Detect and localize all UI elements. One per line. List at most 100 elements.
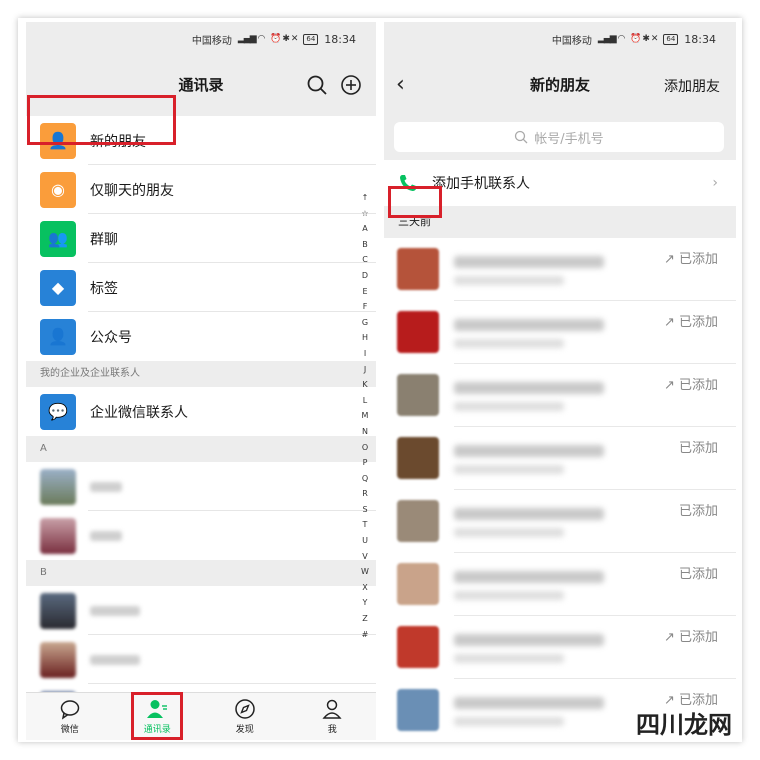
alphabet-letter[interactable]: Z — [358, 611, 372, 627]
alphabet-letter[interactable]: K — [358, 377, 372, 393]
request-message-blurred — [454, 276, 564, 285]
alphabet-letter[interactable]: B — [358, 237, 372, 253]
alphabet-letter[interactable]: I — [358, 346, 372, 362]
alphabet-letter[interactable]: T — [358, 517, 372, 533]
status-icons: ⏰ ✱ ✕ — [270, 34, 298, 44]
clock: 18:34 — [324, 32, 356, 46]
battery-icon: 64 — [303, 33, 319, 45]
avatar — [397, 311, 439, 353]
alphabet-letter[interactable]: O — [358, 440, 372, 456]
request-message-blurred — [454, 654, 564, 663]
friend-request-row[interactable]: ↗ 已添加 — [384, 238, 736, 301]
alphabet-letter[interactable]: Y — [358, 595, 372, 611]
friend-request-row[interactable]: 已添加 — [384, 553, 736, 616]
request-name-blurred — [454, 319, 604, 331]
add-circle-icon[interactable] — [340, 74, 362, 96]
request-message-blurred — [454, 402, 564, 411]
alphabet-letter[interactable]: C — [358, 252, 372, 268]
new-friends-item[interactable]: 👤 新的朋友 — [26, 116, 376, 165]
alphabet-letter[interactable]: R — [358, 486, 372, 502]
alphabet-letter[interactable]: J — [358, 362, 372, 378]
bottom-tab-bar: 微信 通讯录 发现 我 — [26, 692, 376, 740]
contact-name-blurred — [90, 605, 140, 616]
friend-request-row[interactable]: ↗ 已添加 — [384, 616, 736, 679]
official-accounts-item[interactable]: 👤 公众号 — [26, 312, 376, 361]
alphabet-letter[interactable]: ☆ — [358, 206, 372, 222]
contact-row[interactable] — [26, 511, 376, 560]
alphabet-letter[interactable]: P — [358, 455, 372, 471]
add-friend-button[interactable]: 添加朋友 — [664, 76, 720, 96]
search-icon[interactable] — [306, 74, 328, 96]
watermark: 四川龙网 — [636, 711, 732, 739]
add-phone-contacts-label: 添加手机联系人 — [432, 176, 530, 192]
chat-only-friends-item[interactable]: ◉ 仅聊天的朋友 — [26, 165, 376, 214]
alphabet-index[interactable]: ↑ ☆ A B C D E F G H I J K L M N O P Q R S T U V W X Y Z # — [358, 190, 372, 642]
contacts-list: 👤 新的朋友 ◉ 仅聊天的朋友 👥 群聊 ◆ 标签 👤 公众号 我的企业及企业联… — [26, 116, 376, 733]
tab-discover-label: 发现 — [235, 725, 254, 735]
request-message-blurred — [454, 717, 564, 726]
tab-me[interactable]: 我 — [289, 693, 377, 740]
search-placeholder: 帐号/手机号 — [534, 131, 604, 147]
signal-icon: ▂▄▆ ◠ — [597, 34, 626, 44]
add-phone-contacts-item[interactable]: 添加手机联系人 › — [384, 160, 736, 206]
alphabet-letter[interactable]: L — [358, 393, 372, 409]
new-friends-screen: 中国移动 ▂▄▆ ◠ ⏰ ✱ ✕ 64 18:34 ‹ 新的朋友 添加朋友 帐号… — [384, 22, 736, 740]
request-status: 已添加 — [678, 567, 718, 582]
alphabet-letter[interactable]: D — [358, 268, 372, 284]
avatar — [397, 500, 439, 542]
tag-icon: ◆ — [40, 269, 76, 306]
request-name-blurred — [454, 697, 604, 709]
tab-discover[interactable]: 发现 — [201, 693, 289, 740]
alphabet-letter[interactable]: Q — [358, 471, 372, 487]
request-name-blurred — [454, 445, 604, 457]
alphabet-letter[interactable]: N — [358, 424, 372, 440]
official-accounts-label: 公众号 — [90, 329, 132, 346]
contacts-screen: 中国移动 ▂▄▆ ◠ ⏰ ✱ ✕ 64 18:34 通讯录 👤 新的朋友 ◉ 仅… — [26, 22, 376, 740]
alphabet-letter[interactable]: S — [358, 502, 372, 518]
search-icon — [515, 130, 528, 144]
request-status: ↗ 已添加 — [663, 315, 718, 330]
request-status: ↗ 已添加 — [663, 252, 718, 267]
enterprise-chat-icon: 💬 — [40, 393, 76, 430]
alphabet-letter[interactable]: H — [358, 330, 372, 346]
alphabet-letter[interactable]: X — [358, 580, 372, 596]
alphabet-letter[interactable]: G — [358, 315, 372, 331]
alphabet-letter[interactable]: W — [358, 564, 372, 580]
alphabet-letter[interactable]: U — [358, 533, 372, 549]
contact-row[interactable] — [26, 635, 376, 684]
friend-request-row[interactable]: ↗ 已添加 — [384, 301, 736, 364]
tab-chats-label: 微信 — [60, 725, 79, 735]
alphabet-letter[interactable]: # — [358, 627, 372, 643]
group-chats-item[interactable]: 👥 群聊 — [26, 214, 376, 263]
contacts-icon — [147, 700, 168, 718]
alphabet-letter[interactable]: V — [358, 549, 372, 565]
contact-name-blurred — [90, 654, 140, 665]
compass-icon — [235, 699, 255, 719]
tab-chats[interactable]: 微信 — [26, 693, 114, 740]
request-message-blurred — [454, 339, 564, 348]
section-header-b: B — [26, 560, 376, 586]
group-icon: 👥 — [40, 220, 76, 257]
user-circle-icon: ◉ — [40, 171, 76, 208]
status-bar: 中国移动 ▂▄▆ ◠ ⏰ ✱ ✕ 64 18:34 — [384, 22, 736, 56]
search-input[interactable]: 帐号/手机号 — [394, 122, 724, 152]
alphabet-letter[interactable]: E — [358, 284, 372, 300]
contacts-header: 通讯录 — [26, 56, 376, 116]
alphabet-letter[interactable]: A — [358, 221, 372, 237]
alphabet-letter[interactable]: ↑ — [358, 190, 372, 206]
tags-item[interactable]: ◆ 标签 — [26, 263, 376, 312]
enterprise-contacts-item[interactable]: 💬 企业微信联系人 — [26, 387, 376, 436]
tags-label: 标签 — [90, 280, 118, 297]
section-header-a: A — [26, 436, 376, 462]
friend-request-row[interactable]: 已添加 — [384, 427, 736, 490]
time-section-header: 三天前 — [384, 206, 736, 238]
alphabet-letter[interactable]: F — [358, 299, 372, 315]
add-user-icon: 👤 — [40, 122, 76, 159]
friend-request-row[interactable]: ↗ 已添加 — [384, 364, 736, 427]
contact-row[interactable] — [26, 462, 376, 511]
status-bar: 中国移动 ▂▄▆ ◠ ⏰ ✱ ✕ 64 18:34 — [26, 22, 376, 56]
contact-row[interactable] — [26, 586, 376, 635]
friend-request-row[interactable]: 已添加 — [384, 490, 736, 553]
tab-contacts[interactable]: 通讯录 — [114, 693, 202, 740]
alphabet-letter[interactable]: M — [358, 408, 372, 424]
